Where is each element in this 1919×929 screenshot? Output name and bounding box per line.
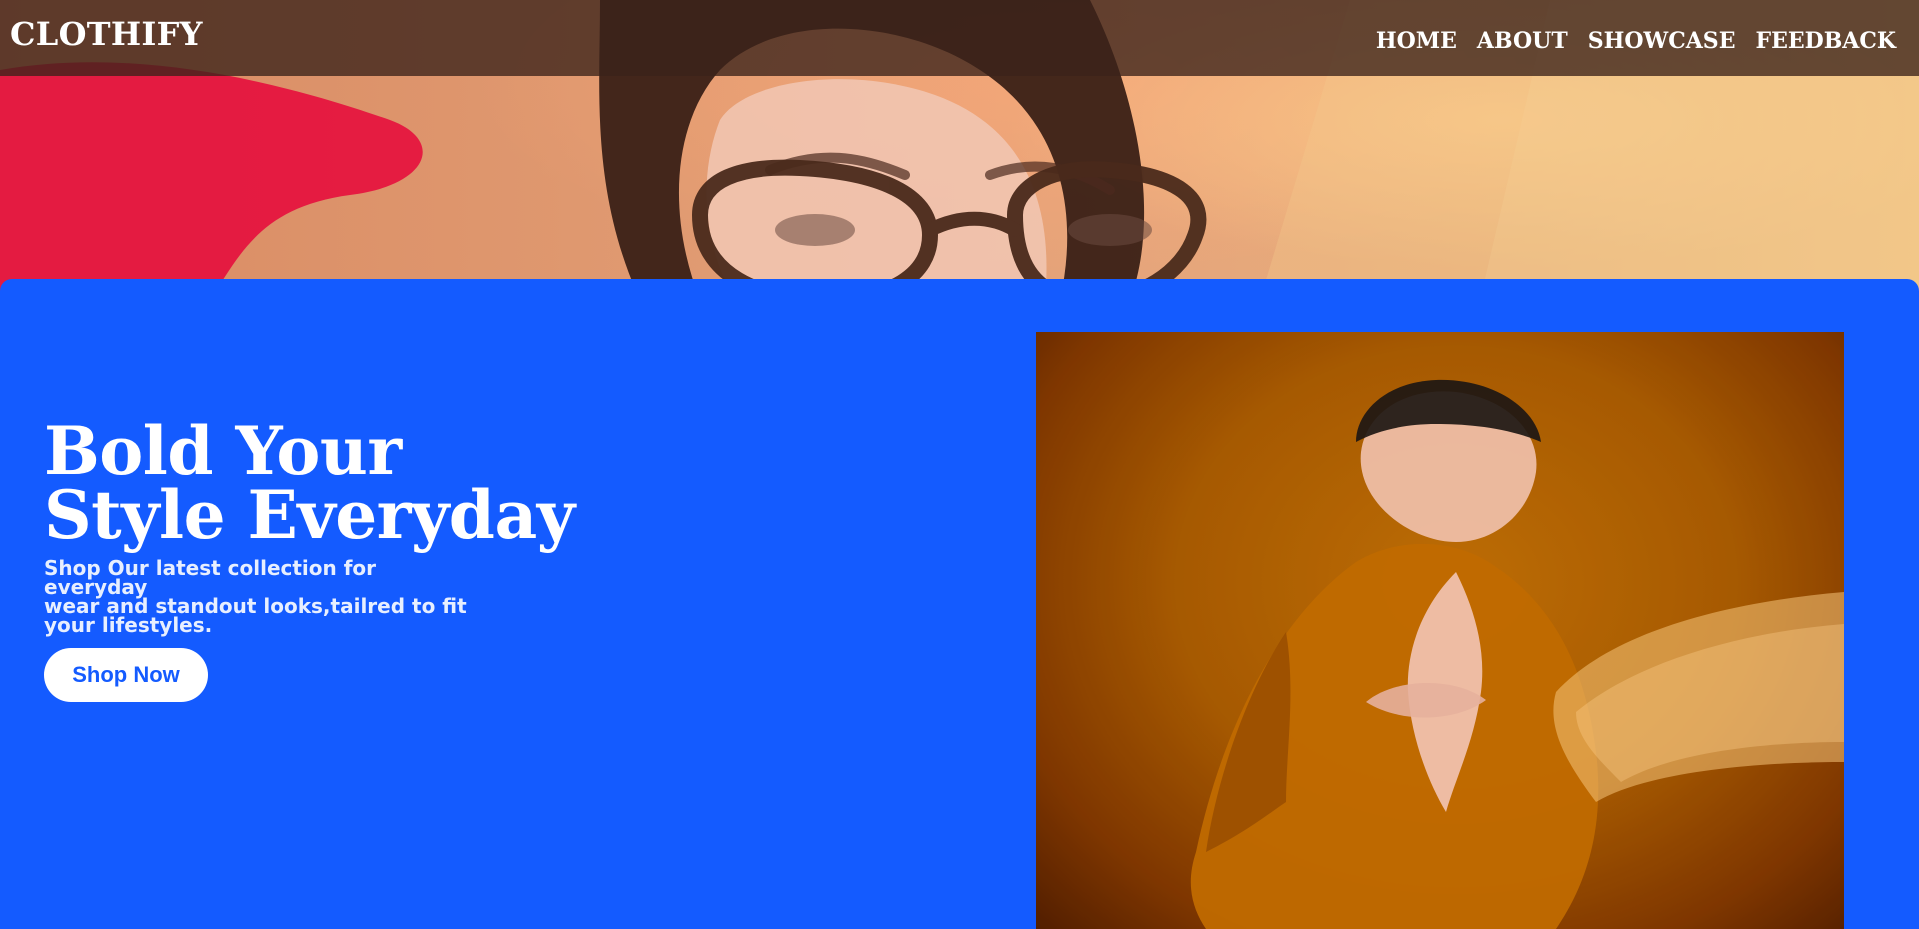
clothify-landing-page: CLOTHIFY HOME ABOUT SHOWCASE FEEDBACK Bo…: [0, 0, 1919, 929]
top-navigation-bar: CLOTHIFY HOME ABOUT SHOWCASE FEEDBACK: [0, 0, 1919, 76]
hero-headline-line-2: Style Everyday: [44, 476, 575, 555]
hero-subtext-line-1: Shop Our latest collection for everyday: [44, 556, 377, 599]
brand-logo[interactable]: CLOTHIFY: [10, 18, 203, 50]
primary-navigation: HOME ABOUT SHOWCASE FEEDBACK: [1376, 30, 1896, 52]
nav-link-about[interactable]: ABOUT: [1477, 30, 1568, 52]
hero-feature-panel: Bold Your Style Everyday Shop Our latest…: [0, 279, 1919, 929]
hero-headline: Bold Your Style Everyday: [44, 418, 764, 548]
hero-subtext-line-3: your lifestyles.: [44, 613, 213, 637]
hero-subtext: Shop Our latest collection for everyday …: [44, 556, 484, 637]
nav-link-showcase[interactable]: SHOWCASE: [1588, 30, 1736, 52]
nav-link-home[interactable]: HOME: [1376, 30, 1457, 52]
product-image: [1036, 332, 1844, 929]
shop-now-button[interactable]: Shop Now: [44, 648, 208, 702]
nav-link-feedback[interactable]: FEEDBACK: [1755, 30, 1896, 52]
